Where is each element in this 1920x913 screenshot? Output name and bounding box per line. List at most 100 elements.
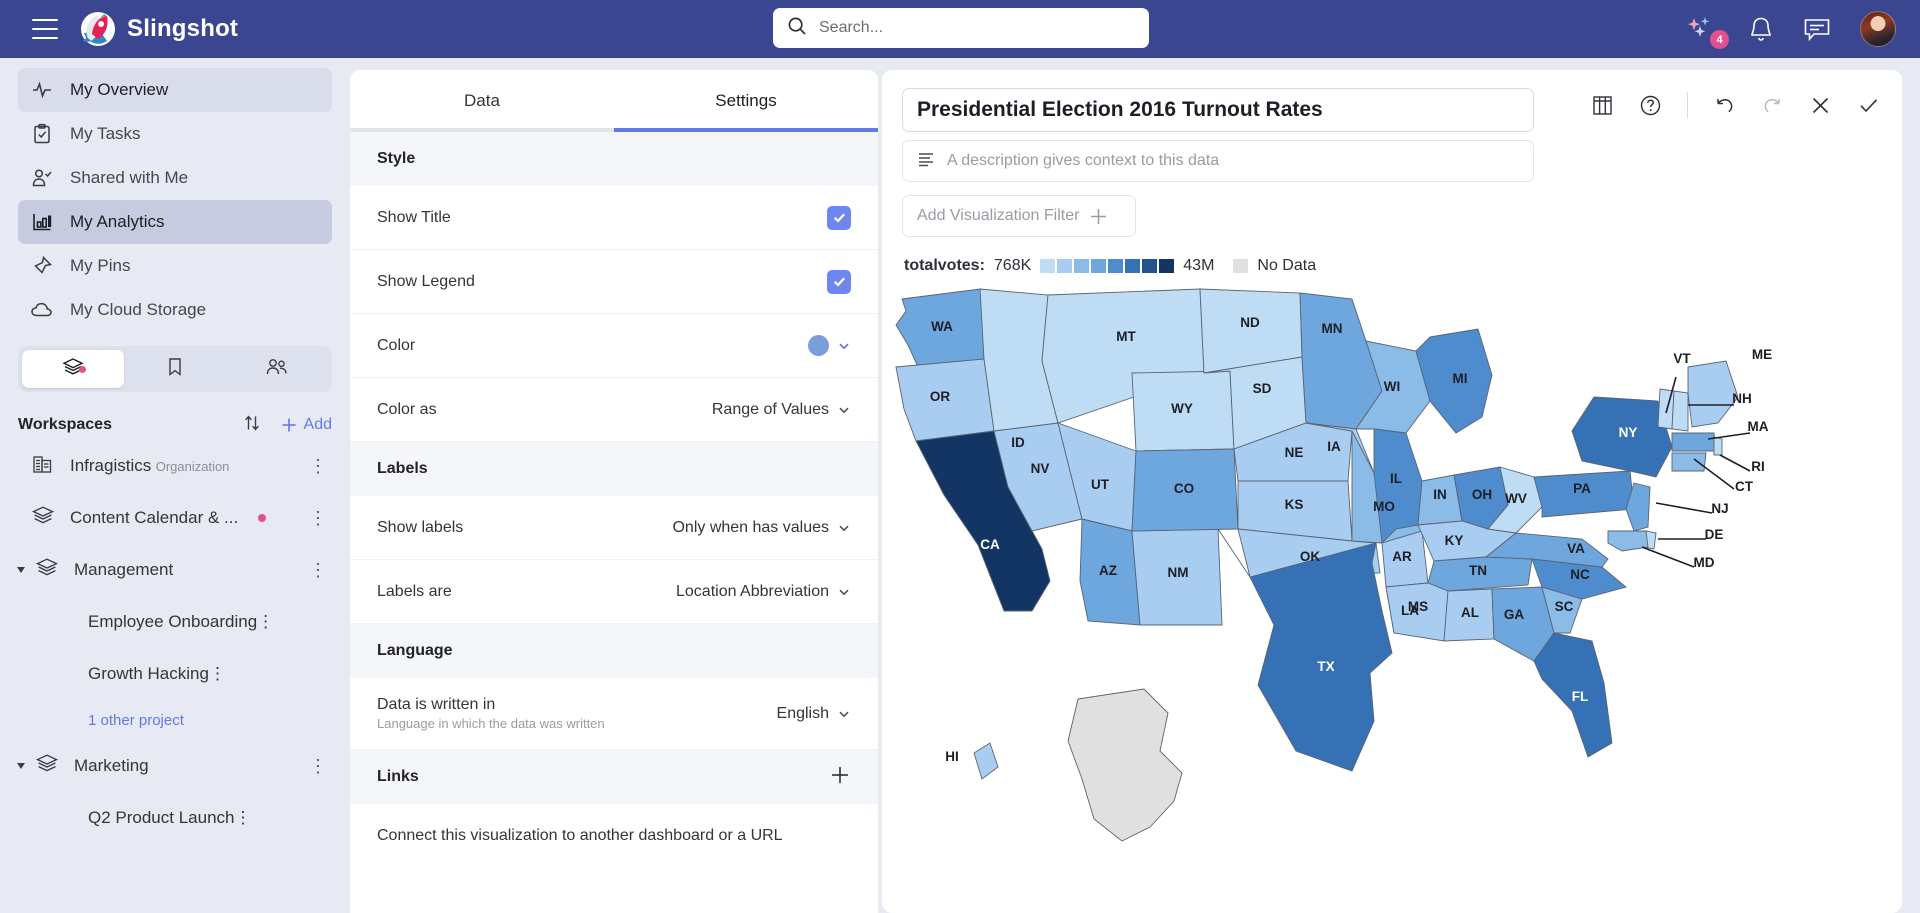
project-item-growth-hacking[interactable]: Growth Hacking ⋮ bbox=[0, 648, 350, 700]
other-projects-link[interactable]: 1 other project bbox=[0, 700, 350, 740]
map-state-label-ri: RI bbox=[1751, 459, 1765, 474]
workspace-menu-button[interactable]: ⋮ bbox=[309, 561, 328, 579]
sparkles-icon[interactable]: 4 bbox=[1686, 15, 1729, 49]
map-state-me[interactable] bbox=[1687, 360, 1739, 428]
map-state-il[interactable] bbox=[1373, 428, 1423, 544]
redo-icon[interactable] bbox=[1761, 94, 1784, 117]
segment-workspaces[interactable] bbox=[22, 350, 124, 388]
workspaces-header: Workspaces Add bbox=[18, 410, 332, 440]
add-workspace-button[interactable]: Add bbox=[280, 416, 332, 434]
map-state-md[interactable] bbox=[1607, 530, 1649, 552]
map-state-label-sd: SD bbox=[1253, 381, 1272, 396]
workspace-item-infragistics[interactable]: Infragistics Organization ⋮ bbox=[0, 440, 350, 492]
visualization-title-input[interactable]: Presidential Election 2016 Turnout Rates bbox=[902, 88, 1534, 132]
legend-ramp-step bbox=[1091, 259, 1107, 273]
map-state-label-me: ME bbox=[1752, 347, 1772, 362]
chevron-down-icon bbox=[839, 343, 849, 349]
map-state-ct[interactable] bbox=[1671, 452, 1707, 472]
project-menu-button[interactable]: ⋮ bbox=[209, 664, 226, 684]
sidebar-item-my-analytics[interactable]: My Analytics bbox=[18, 200, 332, 244]
workspace-item-management[interactable]: Management ⋮ bbox=[0, 544, 350, 596]
visualization-description-input[interactable]: A description gives context to this data bbox=[902, 140, 1534, 182]
page-title: Presidential Election 2016 Turnout Rates bbox=[917, 98, 1323, 121]
map-state-ma[interactable] bbox=[1671, 432, 1717, 452]
labels-are-dropdown[interactable]: Location Abbreviation bbox=[676, 583, 851, 601]
show-title-checkbox[interactable] bbox=[827, 205, 851, 230]
color-picker[interactable] bbox=[808, 335, 851, 356]
sidebar-item-my-cloud-storage[interactable]: My Cloud Storage bbox=[18, 288, 332, 332]
map-state-hi[interactable] bbox=[973, 742, 999, 780]
table-icon[interactable] bbox=[1591, 94, 1614, 117]
search-input[interactable]: Search... bbox=[773, 8, 1149, 48]
setting-color[interactable]: Color bbox=[350, 314, 878, 378]
links-hint: Connect this visualization to another da… bbox=[350, 804, 878, 868]
sort-arrows-icon[interactable] bbox=[242, 413, 262, 438]
sidebar-item-shared-with-me[interactable]: Shared with Me bbox=[18, 156, 332, 200]
tab-settings[interactable]: Settings bbox=[614, 70, 878, 132]
language-dropdown[interactable]: English bbox=[777, 705, 851, 723]
undo-icon[interactable] bbox=[1713, 94, 1736, 117]
bell-icon[interactable] bbox=[1748, 15, 1774, 43]
project-menu-button[interactable]: ⋮ bbox=[257, 612, 274, 632]
sidebar-item-my-overview[interactable]: My Overview bbox=[18, 68, 332, 112]
brand[interactable]: Slingshot bbox=[80, 11, 238, 47]
map-state-label-ia: IA bbox=[1327, 439, 1341, 454]
map-state-label-oh: OH bbox=[1472, 487, 1492, 502]
segment-people[interactable] bbox=[226, 350, 328, 388]
add-link-button[interactable] bbox=[829, 764, 851, 791]
us-choropleth-map[interactable]: WA OR CA NV ID MT WY UT AZ NM CO ND SD NE KS OK TX MN IA MO… bbox=[882, 281, 1902, 901]
project-name: Growth Hacking bbox=[88, 664, 209, 683]
workspace-menu-button[interactable]: ⋮ bbox=[309, 457, 328, 475]
workspace-menu-button[interactable]: ⋮ bbox=[309, 757, 328, 775]
project-name: Q2 Product Launch bbox=[88, 808, 235, 827]
sidebar-item-my-tasks[interactable]: My Tasks bbox=[18, 112, 332, 156]
setting-show-title[interactable]: Show Title bbox=[350, 186, 878, 250]
project-name: Employee Onboarding bbox=[88, 612, 258, 631]
avatar[interactable] bbox=[1860, 11, 1896, 47]
map-state-tx[interactable] bbox=[1217, 528, 1393, 772]
project-menu-button[interactable]: ⋮ bbox=[234, 808, 251, 828]
setting-show-labels[interactable]: Show labels Only when has values bbox=[350, 496, 878, 560]
confirm-icon[interactable] bbox=[1857, 94, 1880, 117]
map-state-label-nv: NV bbox=[1031, 461, 1050, 476]
search-icon bbox=[787, 16, 807, 41]
show-legend-checkbox[interactable] bbox=[827, 269, 851, 294]
add-visualization-filter-button[interactable]: Add Visualization Filter bbox=[902, 195, 1136, 237]
chevron-down-icon[interactable] bbox=[17, 763, 25, 769]
setting-data-written-in[interactable]: Data is written in Language in which the… bbox=[350, 678, 878, 750]
cloud-icon bbox=[30, 298, 54, 322]
clipboard-check-icon bbox=[30, 122, 54, 146]
tab-data[interactable]: Data bbox=[350, 70, 614, 132]
map-state-label-ga: GA bbox=[1504, 607, 1525, 622]
tab-label: Data bbox=[464, 91, 500, 110]
section-label: Style bbox=[377, 150, 416, 167]
help-icon[interactable] bbox=[1639, 94, 1662, 117]
color-as-dropdown[interactable]: Range of Values bbox=[712, 401, 851, 419]
show-labels-dropdown[interactable]: Only when has values bbox=[672, 519, 851, 537]
workspace-item-content-calendar[interactable]: Content Calendar & ... ⋮ bbox=[0, 492, 350, 544]
project-item-q2-product-launch[interactable]: Q2 Product Launch ⋮ bbox=[0, 792, 350, 844]
sidebar-item-my-pins[interactable]: My Pins bbox=[18, 244, 332, 288]
setting-show-legend[interactable]: Show Legend bbox=[350, 250, 878, 314]
map-state-nh[interactable] bbox=[1671, 390, 1689, 432]
setting-color-as[interactable]: Color as Range of Values bbox=[350, 378, 878, 442]
workspaces-unread-dot bbox=[79, 366, 86, 373]
hamburger-icon[interactable] bbox=[32, 19, 58, 39]
workspace-menu-button[interactable]: ⋮ bbox=[309, 509, 328, 527]
segment-bookmarks[interactable] bbox=[124, 350, 226, 388]
chevron-down-icon[interactable] bbox=[17, 567, 25, 573]
chat-icon[interactable] bbox=[1802, 15, 1832, 43]
workspace-name: Infragistics bbox=[70, 456, 152, 475]
close-icon[interactable] bbox=[1809, 94, 1832, 117]
map-state-label-ky: KY bbox=[1445, 533, 1464, 548]
setting-labels-are[interactable]: Labels are Location Abbreviation bbox=[350, 560, 878, 624]
map-state-label-ms: MS bbox=[1408, 599, 1428, 614]
legend-ramp-step bbox=[1108, 259, 1124, 273]
map-state-ak[interactable] bbox=[1067, 688, 1183, 842]
section-label: Links bbox=[377, 768, 419, 785]
project-item-employee-onboarding[interactable]: Employee Onboarding ⋮ bbox=[0, 596, 350, 648]
map-leader-line-nj bbox=[1655, 502, 1713, 514]
workspace-item-marketing[interactable]: Marketing ⋮ bbox=[0, 740, 350, 792]
map-state-ri[interactable] bbox=[1713, 436, 1723, 456]
map-state-label-az: AZ bbox=[1099, 563, 1117, 578]
